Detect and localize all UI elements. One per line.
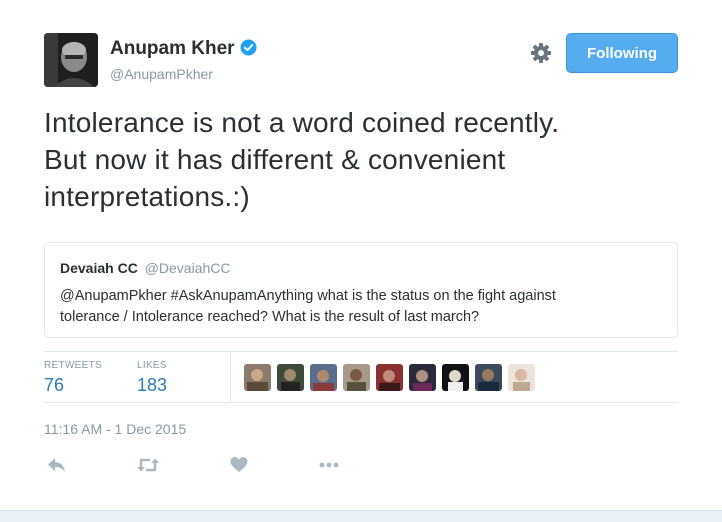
liker-avatar[interactable] xyxy=(376,364,403,391)
like-heart-icon[interactable] xyxy=(229,455,251,475)
liker-avatar[interactable] xyxy=(310,364,337,391)
author-name-text: Anupam Kher xyxy=(110,38,235,59)
tweet-timestamp[interactable]: 11:16 AM - 1 Dec 2015 xyxy=(44,421,186,437)
quoted-tweet-author: Devaiah CC @DevaiahCC xyxy=(60,260,231,276)
tweet-text: Intolerance is not a word coined recentl… xyxy=(44,104,684,215)
stats-separator xyxy=(230,352,231,401)
quoted-tweet[interactable]: Devaiah CC @DevaiahCC @AnupamPkher #AskA… xyxy=(44,242,678,338)
quoted-author-name: Devaiah CC xyxy=(60,260,138,276)
author-avatar[interactable] xyxy=(44,33,98,87)
quoted-text-line: tolerance / Intolerance reached? What is… xyxy=(60,309,480,325)
settings-gear-icon[interactable] xyxy=(529,41,553,65)
tweet-card: Anupam Kher @AnupamPkher Following Intol… xyxy=(0,0,722,511)
retweets-label: RETWEETS xyxy=(44,360,102,371)
author-name[interactable]: Anupam Kher xyxy=(110,38,257,60)
likes-label: LIKES xyxy=(137,360,167,371)
liker-avatar[interactable] xyxy=(442,364,469,391)
tweet-text-line: interpretations.:) xyxy=(44,181,250,212)
stats-top-divider xyxy=(44,351,678,352)
tweet-text-line: But now it has different & convenient xyxy=(44,144,506,175)
liker-avatar[interactable] xyxy=(244,364,271,391)
reply-icon[interactable] xyxy=(46,455,68,475)
retweet-icon[interactable] xyxy=(136,455,159,475)
verified-badge-icon xyxy=(240,39,257,56)
liker-avatar[interactable] xyxy=(277,364,304,391)
quoted-tweet-text: @AnupamPkher #AskAnupamAnything what is … xyxy=(60,286,660,328)
more-options-icon[interactable] xyxy=(318,455,340,475)
retweets-count[interactable]: 76 xyxy=(44,375,64,396)
stats-bottom-divider xyxy=(44,402,678,403)
author-handle[interactable]: @AnupamPkher xyxy=(110,66,213,82)
tweet-text-line: Intolerance is not a word coined recentl… xyxy=(44,107,560,138)
liker-avatar[interactable] xyxy=(343,364,370,391)
liker-avatar[interactable] xyxy=(508,364,535,391)
liker-avatar[interactable] xyxy=(475,364,502,391)
following-button[interactable]: Following xyxy=(566,33,678,73)
liker-avatar[interactable] xyxy=(409,364,436,391)
quoted-author-handle: @DevaiahCC xyxy=(144,260,231,276)
quoted-text-line: @AnupamPkher #AskAnupamAnything what is … xyxy=(60,288,556,304)
likes-count[interactable]: 183 xyxy=(137,375,167,396)
